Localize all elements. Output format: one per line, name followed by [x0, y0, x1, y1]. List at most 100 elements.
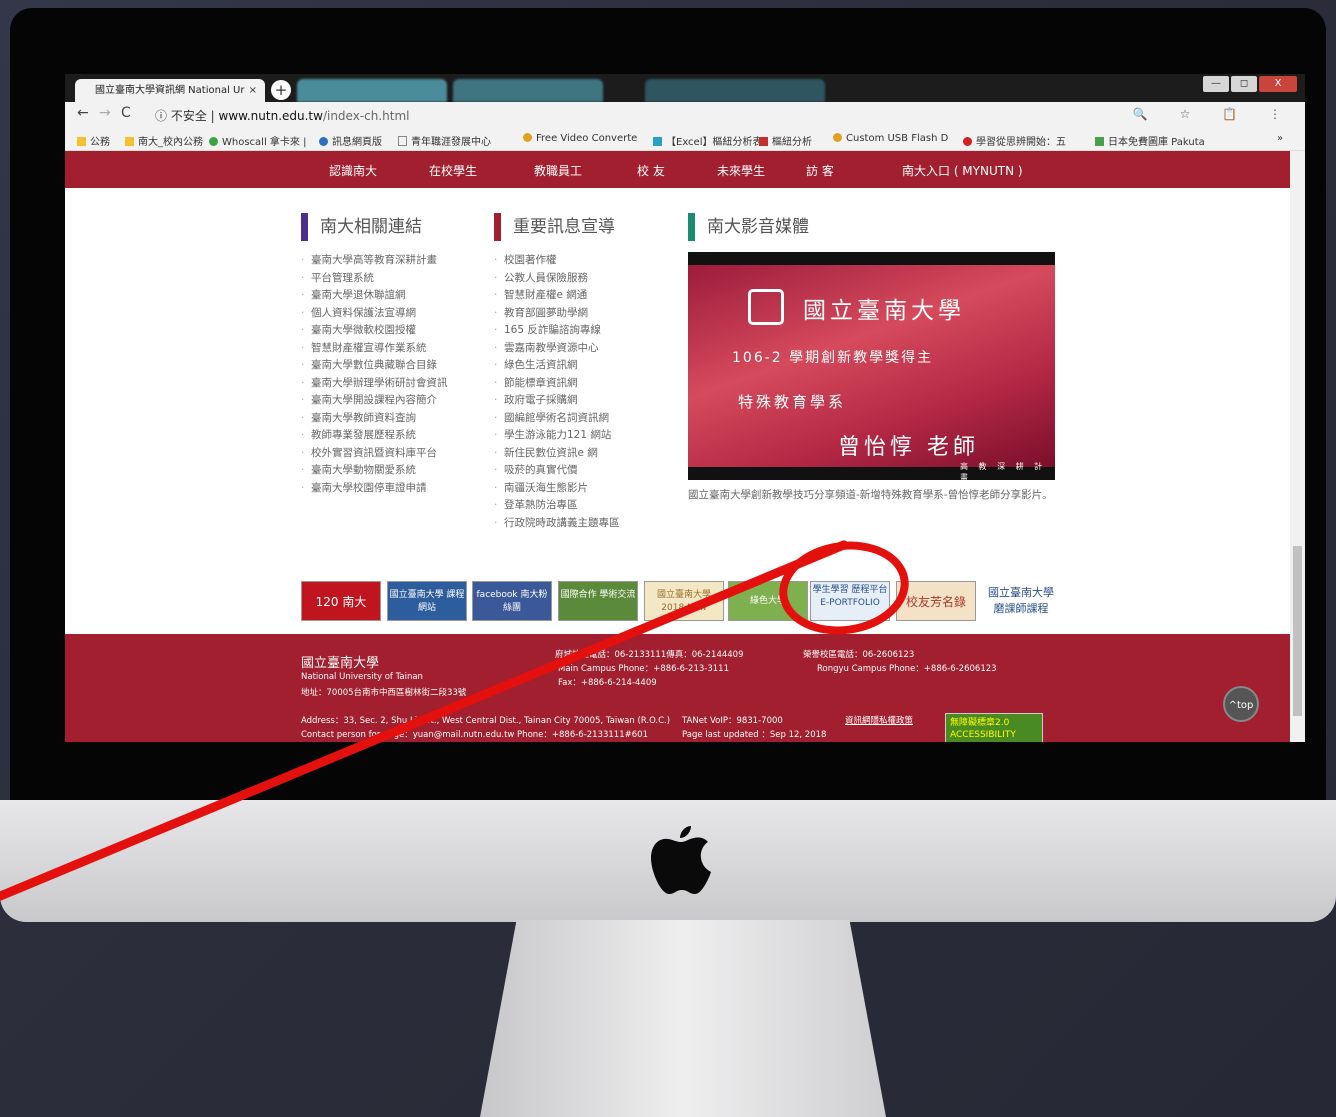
bookmark-item[interactable]: 公務 [77, 133, 110, 148]
list-item[interactable]: 臺南大學教師資料查詢 [301, 410, 448, 428]
browser-tab-blurred[interactable] [645, 79, 825, 102]
power-icon [833, 133, 842, 142]
list-item[interactable]: 臺南大學微軟校園授權 [301, 322, 448, 340]
forward-icon[interactable]: → [99, 105, 111, 121]
maximize-button[interactable]: ◻ [1231, 76, 1257, 92]
nav-item[interactable]: 在校學生 [429, 162, 477, 179]
main-nav: 認識南大 在校學生 教職員工 校 友 未來學生 訪 客 南大入口 ( MYNUT… [65, 151, 1290, 188]
bookmarks-more-icon[interactable]: » [1277, 133, 1283, 144]
footer-rongyu-phone-en: Rongyu Campus Phone：+886-6-2606123 [817, 664, 997, 674]
new-tab-button[interactable]: + [271, 80, 291, 100]
footer-university-name: 國立臺南大學 [301, 656, 380, 671]
bookmark-item[interactable]: 訊息網頁版 [319, 133, 382, 148]
university-logo-icon [748, 289, 784, 325]
footer-address-en: Address：33, Sec. 2, Shu Lin St., West Ce… [301, 716, 671, 726]
related-links-list: 臺南大學高等教育深耕計畫 平台管理系統 臺南大學退休聯誼網 個人資料保護法宣導網… [301, 252, 448, 497]
list-item[interactable]: 臺南大學校園停車證申請 [301, 480, 448, 498]
nav-item[interactable]: 未來學生 [717, 162, 765, 179]
pivot-icon [653, 137, 662, 146]
bookmark-item[interactable]: 日本免費圖庫 Pakuta [1095, 133, 1205, 148]
video-program-line: 高 教 深 耕 計 畫 [960, 462, 1047, 480]
url-host: www.nutn.edu.tw [218, 109, 323, 123]
banner-link[interactable]: 國立臺南大學 磨課師課程 [981, 581, 1061, 621]
list-item[interactable]: 政府電子採購網 [494, 392, 620, 410]
minimize-button[interactable]: — [1203, 76, 1229, 92]
list-item[interactable]: 公教人員保險服務 [494, 270, 620, 288]
list-item[interactable]: 行政院時政講義主題專區 [494, 515, 620, 533]
list-item[interactable]: 國編館學術名詞資訊網 [494, 410, 620, 428]
nav-item[interactable]: 南大入口 ( MYNUTN ) [902, 162, 1023, 179]
browser-tab-blurred[interactable] [297, 79, 447, 102]
close-window-button[interactable]: X [1259, 76, 1297, 92]
list-item[interactable]: 平台管理系統 [301, 270, 448, 288]
list-item[interactable]: 智慧財產權e 網通 [494, 287, 620, 305]
address-bar-actions[interactable]: 🔍 ☆ 📋 ⋮ [1133, 107, 1295, 121]
footer-fax: Fax：+886-6-214-4409 [558, 678, 657, 688]
list-item[interactable]: 臺南大學高等教育深耕計畫 [301, 252, 448, 270]
video-university-name: 國立臺南大學 [803, 298, 965, 324]
accessibility-badge[interactable]: 無障礙標章2.0 ACCESSIBILITY [945, 713, 1043, 742]
video-player[interactable]: 國立臺南大學 106-2 學期創新教學獎得主 特殊教育學系 曾怡惇 老師 高 教… [688, 252, 1055, 480]
list-item[interactable]: 吸菸的真實代價 [494, 462, 620, 480]
bookmark-item[interactable]: 南大_校內公務 [125, 133, 203, 148]
bookmark-item[interactable]: Free Video Converte [523, 133, 637, 144]
reload-icon[interactable]: C [121, 105, 131, 121]
bookmark-item[interactable]: Whoscall 拿卡來 | [209, 133, 306, 148]
bookmark-item[interactable]: 【Excel】樞紐分析表 [653, 133, 763, 148]
privacy-policy-link[interactable]: 資訊網隱私權政策 [845, 714, 913, 726]
banner-link[interactable]: facebook 南大粉絲團 [472, 581, 552, 621]
list-item[interactable]: 臺南大學數位典藏聯合目錄 [301, 357, 448, 375]
page-icon [398, 136, 407, 146]
tab-close-icon[interactable]: × [249, 79, 257, 102]
back-to-top-button[interactable]: ^top [1223, 686, 1259, 722]
banner-link[interactable]: 120 南大 [301, 581, 381, 621]
list-item[interactable]: 臺南大學動物關愛系統 [301, 462, 448, 480]
nav-item[interactable]: 教職員工 [534, 162, 582, 179]
security-label: 不安全 [170, 109, 207, 123]
bookmark-item[interactable]: 樞紐分析 [759, 133, 812, 148]
browser-tab-blurred[interactable] [453, 79, 603, 102]
url-path: /index-ch.html [322, 109, 410, 123]
list-item[interactable]: 臺南大學辦理學術研討會資訊 [301, 375, 448, 393]
list-item[interactable]: 教師專業發展歷程系統 [301, 427, 448, 445]
window-controls: — ◻ X [1203, 76, 1297, 92]
list-item[interactable]: 登革熱防治專區 [494, 497, 620, 515]
list-item[interactable]: 綠色生活資訊網 [494, 357, 620, 375]
browser-tab-active[interactable]: 國立臺南大學資訊網 National Ur × [75, 79, 265, 102]
footer-main-phone-en: Main Campus Phone：+886-6-213-3111 [558, 664, 729, 674]
scrollbar-thumb[interactable] [1293, 546, 1302, 716]
list-item[interactable]: 校外實習資訊暨資料庫平台 [301, 445, 448, 463]
footer-address-zh: 地址：70005台南市中西區樹林街二段33號 [301, 688, 467, 698]
nav-item[interactable]: 校 友 [637, 162, 665, 179]
list-item[interactable]: 校園著作權 [494, 252, 620, 270]
list-item[interactable]: 雲嘉南教學資源中心 [494, 340, 620, 358]
banner-link[interactable]: 國立臺南大學 課程網站 [387, 581, 467, 621]
nav-item[interactable]: 認識南大 [329, 162, 377, 179]
back-icon[interactable]: ← [77, 105, 89, 121]
monitor-stand [480, 920, 886, 1117]
list-item[interactable]: 學生游泳能力121 網站 [494, 427, 620, 445]
list-item[interactable]: 南疆沃海生態影片 [494, 480, 620, 498]
check-icon [759, 137, 768, 146]
address-bar: ← → C ⓘ 不安全 | www.nutn.edu.tw/index-ch.h… [65, 102, 1305, 128]
list-item[interactable]: 165 反詐騙諮詢專線 [494, 322, 620, 340]
list-item[interactable]: 智慧財產權宣導作業系統 [301, 340, 448, 358]
bookmark-item[interactable]: Custom USB Flash D [833, 133, 948, 144]
list-item[interactable]: 臺南大學退休聯誼網 [301, 287, 448, 305]
url-field[interactable]: ⓘ 不安全 | www.nutn.edu.tw/index-ch.html [155, 107, 410, 124]
info-icon[interactable]: ⓘ [155, 109, 171, 123]
nav-item[interactable]: 訪 客 [806, 162, 834, 179]
list-item[interactable]: 教育部圓夢助學網 [494, 305, 620, 323]
folder-icon [77, 137, 86, 146]
banner-link[interactable]: 國際合作 學術交流 [558, 581, 638, 621]
scrollbar[interactable] [1290, 151, 1305, 742]
notice-section-title: 重要訊息宣導 [494, 213, 615, 241]
footer-rongyu-tel: 榮譽校區電話：06-2606123 [803, 650, 915, 660]
video-thumbnail: 國立臺南大學 106-2 學期創新教學獎得主 特殊教育學系 曾怡惇 老師 高 教… [688, 265, 1055, 480]
bookmark-item[interactable]: 學習從思辨開始：五 [963, 133, 1066, 148]
list-item[interactable]: 新住民數位資訊e 網 [494, 445, 620, 463]
list-item[interactable]: 臺南大學開設課程內容簡介 [301, 392, 448, 410]
list-item[interactable]: 節能標章資訊網 [494, 375, 620, 393]
bookmark-item[interactable]: 青年職涯發展中心 [398, 133, 491, 148]
list-item[interactable]: 個人資料保護法宣導網 [301, 305, 448, 323]
